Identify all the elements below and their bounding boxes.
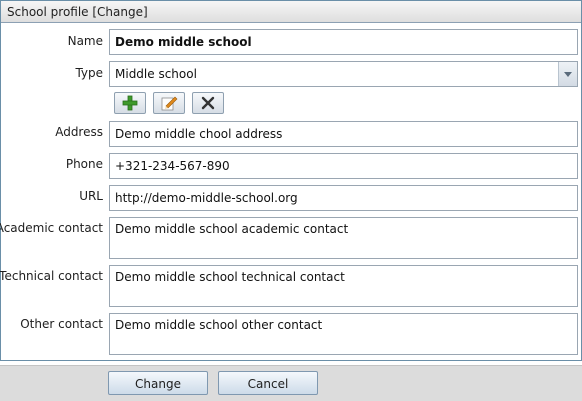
type-label: Type — [75, 66, 103, 80]
type-select[interactable]: Middle school — [109, 61, 578, 87]
add-type-button[interactable] — [114, 92, 146, 114]
other-contact-label: Other contact — [20, 317, 103, 331]
change-button[interactable]: Change — [108, 371, 208, 395]
dialog-footer: Change Cancel — [0, 365, 582, 401]
academic-contact-field[interactable]: Demo middle school academic contact — [109, 217, 578, 259]
phone-field[interactable]: +321-234-567-890 — [109, 153, 578, 179]
name-label: Name — [67, 34, 103, 48]
add-icon — [122, 95, 138, 111]
academic-contact-label: Academic contact — [0, 221, 103, 235]
delete-type-button[interactable] — [192, 92, 224, 114]
phone-label: Phone — [65, 157, 103, 171]
chevron-down-icon — [564, 71, 572, 77]
technical-contact-label: Technical contact — [0, 269, 103, 283]
type-dropdown-button[interactable] — [558, 62, 577, 86]
address-field[interactable]: Demo middle chool address — [109, 121, 578, 147]
cancel-button[interactable]: Cancel — [218, 371, 318, 395]
type-select-value: Middle school — [115, 67, 197, 81]
edit-type-button[interactable] — [153, 92, 185, 114]
school-profile-window: School profile [Change] Name Demo middle… — [0, 0, 582, 361]
edit-icon — [161, 96, 178, 111]
address-label: Address — [55, 125, 103, 139]
other-contact-field[interactable]: Demo middle school other contact — [109, 313, 578, 355]
url-label: URL — [79, 189, 103, 203]
delete-icon — [201, 96, 215, 110]
window-title: School profile [Change] — [1, 1, 581, 23]
technical-contact-field[interactable]: Demo middle school technical contact — [109, 265, 578, 307]
url-field[interactable]: http://demo-middle-school.org — [109, 185, 578, 211]
name-field[interactable]: Demo middle school — [109, 29, 578, 55]
